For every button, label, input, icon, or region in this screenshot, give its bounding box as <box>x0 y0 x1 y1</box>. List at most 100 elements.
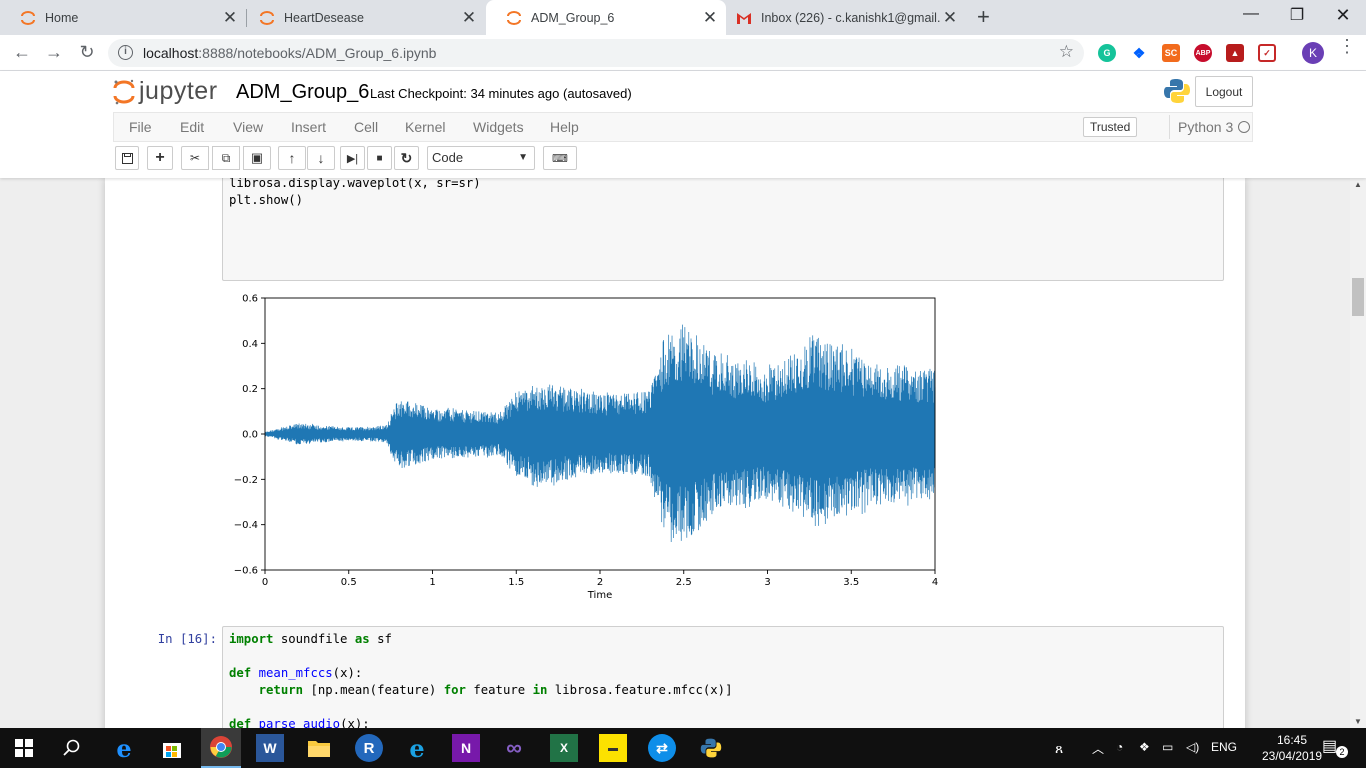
close-tab-icon[interactable]: ✕ <box>940 8 960 28</box>
close-tab-icon[interactable]: ✕ <box>459 8 479 28</box>
url-text[interactable]: localhost:8888/notebooks/ADM_Group_6.ipy… <box>143 45 436 61</box>
battery-icon[interactable]: ▭ <box>1162 740 1173 754</box>
sc-extension-icon[interactable]: SC <box>1162 44 1180 62</box>
save-icon[interactable] <box>115 146 139 170</box>
copy-icon[interactable]: ⧉ <box>212 146 240 170</box>
chrome-icon[interactable] <box>201 728 241 768</box>
excel-icon[interactable]: X <box>550 734 578 762</box>
run-cell-icon[interactable]: ▶| <box>340 146 365 170</box>
store-icon[interactable] <box>158 734 186 762</box>
menu-kernel[interactable]: Kernel <box>405 119 445 135</box>
volume-icon[interactable]: ◁) <box>1186 740 1199 754</box>
close-window-icon[interactable]: ✕ <box>1328 5 1358 26</box>
page-scrollbar[interactable]: ▲ ▼ <box>1350 178 1366 728</box>
visual-studio-icon[interactable]: ∞ <box>500 734 528 762</box>
close-tab-icon[interactable]: ✕ <box>220 8 240 28</box>
cell-type-select[interactable]: Code ▼ <box>427 146 535 170</box>
action-center-icon[interactable]: ▤ <box>1322 736 1337 756</box>
x-tick-label: 1.5 <box>508 577 524 588</box>
menu-view[interactable]: View <box>233 119 263 135</box>
tab-home[interactable]: Home ✕ <box>0 0 246 35</box>
previous-code-cell[interactable]: librosa.display.waveplot(x, sr=sr) plt.sh… <box>222 178 1224 281</box>
new-tab-button[interactable]: + <box>977 6 990 28</box>
menu-cell[interactable]: Cell <box>354 119 378 135</box>
file-explorer-icon[interactable] <box>305 734 333 762</box>
menu-edit[interactable]: Edit <box>180 119 204 135</box>
notification-count: 2 <box>1336 746 1348 758</box>
tab-gmail-inbox[interactable]: Inbox (226) - c.kanishk1@gmail.c ✕ <box>716 0 966 35</box>
sticky-notes-icon[interactable]: ▬ <box>599 734 627 762</box>
notebook-menubar: File Edit View Insert Cell Kernel Widget… <box>113 112 1253 142</box>
back-arrow-icon[interactable]: ← <box>11 43 33 61</box>
grammarly-extension-icon[interactable]: G <box>1098 44 1116 62</box>
kernel-idle-icon <box>1238 121 1250 133</box>
logout-button[interactable]: Logout <box>1195 76 1253 107</box>
tab-title: HeartDesease <box>284 10 364 25</box>
menu-file[interactable]: File <box>129 119 152 135</box>
internet-explorer-icon[interactable]: e <box>403 734 431 763</box>
keyboard-shortcuts-icon[interactable]: ⌨ <box>543 146 577 170</box>
x-tick-label: 2.5 <box>676 577 692 588</box>
menu-insert[interactable]: Insert <box>291 119 326 135</box>
jupyter-tab-icon <box>506 10 522 26</box>
word-icon[interactable]: W <box>256 734 284 762</box>
browser-menu-icon[interactable]: ⋮ <box>1338 37 1356 55</box>
notebook-name[interactable]: ADM_Group_6 <box>236 81 369 104</box>
notebook-area: librosa.display.waveplot(x, sr=sr) plt.sh… <box>0 178 1350 728</box>
jupyter-logo[interactable]: jupyter <box>113 77 218 106</box>
move-up-icon[interactable]: ↑ <box>278 146 306 170</box>
code-editor[interactable]: import soundfile as sf def mean_mfccs(x)… <box>223 627 1223 728</box>
insert-cell-icon[interactable]: + <box>147 146 173 170</box>
pocket-extension-icon[interactable]: ✓ <box>1258 44 1276 62</box>
paste-icon[interactable]: ▣ <box>243 146 271 170</box>
people-icon[interactable]: ጸ <box>1055 740 1063 757</box>
search-icon[interactable] <box>58 734 86 762</box>
windows-start-icon[interactable] <box>10 734 38 762</box>
restart-kernel-icon[interactable]: ↻ <box>394 146 419 170</box>
trusted-indicator[interactable]: Trusted <box>1083 117 1138 137</box>
interrupt-kernel-icon[interactable]: ■ <box>367 146 392 170</box>
dropdown-caret-icon: ▼ <box>518 152 528 163</box>
kernel-name[interactable]: Python 3 <box>1169 115 1233 139</box>
reload-icon[interactable]: ↻ <box>76 43 98 61</box>
move-down-icon[interactable]: ↓ <box>307 146 335 170</box>
tab-title: Home <box>45 10 79 25</box>
x-tick-label: 2 <box>597 577 603 588</box>
jupyter-logo-icon <box>113 79 135 104</box>
r-icon[interactable]: R <box>355 734 383 762</box>
adblock-plus-extension-icon[interactable]: ABP <box>1194 44 1212 62</box>
forward-arrow-icon[interactable]: → <box>43 43 65 61</box>
input-language[interactable]: ENG <box>1211 740 1237 754</box>
extension-icon[interactable]: ▲ <box>1226 44 1244 62</box>
scroll-down-arrow-icon[interactable]: ▼ <box>1350 717 1366 726</box>
code-editor[interactable]: librosa.display.waveplot(x, sr=sr) plt.sh… <box>223 178 1223 209</box>
y-tick-label: 0.4 <box>242 339 258 350</box>
site-info-icon[interactable]: i <box>118 45 133 60</box>
onenote-icon[interactable]: N <box>452 734 480 762</box>
dropbox-tray-icon[interactable]: ❖ <box>1139 740 1150 754</box>
code-line: def parse_audio(x): <box>229 717 370 728</box>
dropbox-extension-icon[interactable]: ❖ <box>1130 44 1148 62</box>
bookmark-star-icon[interactable]: ☆ <box>1059 42 1074 62</box>
edge-browser-icon[interactable]: e <box>110 734 138 763</box>
scroll-up-arrow-icon[interactable]: ▲ <box>1350 180 1366 189</box>
show-hidden-icons-icon[interactable]: ︿ <box>1092 740 1104 757</box>
profile-avatar[interactable]: K <box>1302 42 1324 64</box>
teamviewer-icon[interactable]: ⇄ <box>648 734 676 762</box>
wifi-icon[interactable]: ◔ <box>1116 740 1123 754</box>
url-bar[interactable]: i localhost:8888/notebooks/ADM_Group_6.i… <box>108 39 1084 67</box>
taskbar-clock[interactable]: 16:45 23/04/2019 <box>1262 732 1322 764</box>
checkpoint-label: Last Checkpoint: <box>370 86 467 101</box>
code-cell-16[interactable]: import soundfile as sf def mean_mfccs(x)… <box>222 626 1224 728</box>
cut-icon[interactable]: ✂ <box>181 146 209 170</box>
code-line: def mean_mfccs(x): <box>229 666 363 680</box>
menu-help[interactable]: Help <box>550 119 579 135</box>
menu-widgets[interactable]: Widgets <box>473 119 524 135</box>
minimize-window-icon[interactable]: — <box>1236 5 1266 23</box>
restore-window-icon[interactable]: ❐ <box>1282 5 1312 25</box>
tab-heartdesease[interactable]: HeartDesease ✕ <box>239 0 485 35</box>
scrollbar-thumb[interactable] <box>1352 278 1364 316</box>
python-taskbar-icon[interactable] <box>697 734 725 762</box>
tab-adm-group-6[interactable]: ADM_Group_6 ✕ <box>486 0 726 35</box>
